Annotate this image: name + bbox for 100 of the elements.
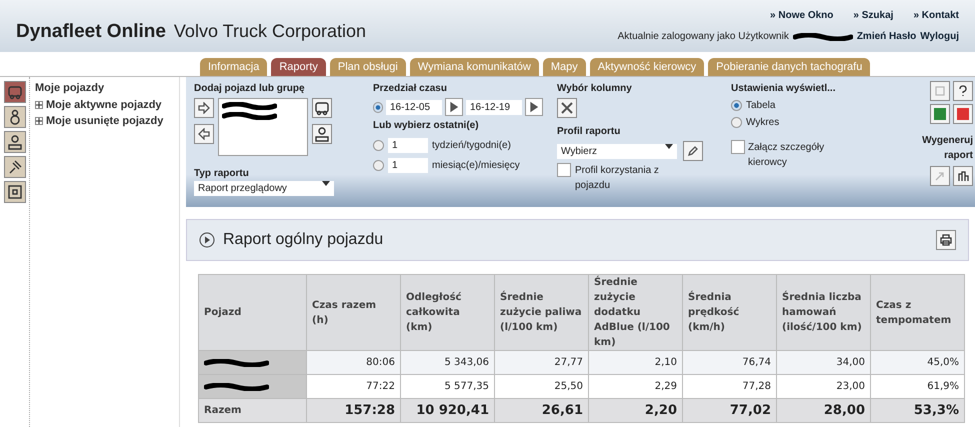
- total-cell: 10 920,41: [400, 398, 494, 422]
- table-cell: 45,0%: [870, 350, 964, 374]
- expand-toggle[interactable]: [35, 117, 43, 126]
- excel-button[interactable]: [930, 104, 950, 124]
- table-cell: 34,00: [776, 350, 870, 374]
- play-icon: [448, 101, 460, 113]
- radio-button[interactable]: [373, 160, 384, 171]
- table-cell: 5 577,35: [400, 374, 494, 398]
- help-button[interactable]: [953, 81, 973, 101]
- total-cell: 2,20: [588, 398, 682, 422]
- total-cell: 53,3%: [870, 398, 964, 422]
- account-link[interactable]: Zmień Hasło: [856, 29, 916, 44]
- radio-button[interactable]: [373, 140, 384, 151]
- profile-dropdown[interactable]: Wybierz: [557, 144, 677, 158]
- count-dropdown[interactable]: 1: [388, 158, 428, 173]
- section-title: Wygeneruj raport: [921, 134, 973, 163]
- sidebar-button[interactable]: [4, 156, 26, 178]
- column-header[interactable]: Odległość całkowita (km): [400, 274, 494, 350]
- table-cell: 25,50: [494, 374, 588, 398]
- tree-item[interactable]: Moje usunięte pojazdy: [46, 113, 164, 130]
- count-dropdown[interactable]: 1: [388, 138, 428, 153]
- remove-button[interactable]: [194, 124, 214, 144]
- section-title: Wybór kolumny: [557, 82, 633, 96]
- driver-button[interactable]: [312, 124, 332, 144]
- redaction-mark: [792, 32, 853, 40]
- redaction-mark: [204, 358, 269, 366]
- company-name: Volvo Truck Corporation: [174, 20, 366, 43]
- total-cell: 26,61: [494, 398, 588, 422]
- unit-label: tydzień/tygodni(e): [432, 139, 511, 153]
- table-cell: 5 343,06: [400, 350, 494, 374]
- chart-button[interactable]: [953, 166, 973, 186]
- play-icon[interactable]: [199, 232, 215, 248]
- column-header[interactable]: Pojazd: [198, 274, 306, 350]
- radio-label: Tabela: [746, 99, 776, 113]
- table-cell: 76,74: [682, 350, 776, 374]
- section-title: Ustawienia wyświetl...: [731, 82, 836, 96]
- play-icon: [528, 101, 540, 113]
- column-header[interactable]: Czas z tempomatem: [870, 274, 964, 350]
- person-icon: [6, 134, 22, 150]
- section-title: Dodaj pojazd lub grupę: [194, 82, 306, 96]
- print-button[interactable]: [936, 230, 956, 250]
- page-icon: [934, 85, 946, 97]
- total-cell: 77,02: [682, 398, 776, 422]
- calendar-button[interactable]: [525, 98, 543, 116]
- total-cell: 28,00: [776, 398, 870, 422]
- right-arrow-icon: [198, 102, 210, 114]
- column-header[interactable]: Średnia prędkość (km/h): [682, 274, 776, 350]
- checkbox[interactable]: [731, 140, 745, 154]
- truck-icon: [314, 100, 330, 116]
- redaction-mark: [204, 382, 269, 390]
- pencil-icon: [687, 145, 699, 157]
- header-link[interactable]: » Kontakt: [913, 8, 959, 23]
- sidebar-button[interactable]: [4, 131, 26, 153]
- report-type-dropdown[interactable]: Raport przeglądowy: [194, 181, 334, 196]
- add-button[interactable]: [194, 98, 214, 118]
- truck-icon: [6, 84, 22, 100]
- brand-title: Dynafleet Online: [16, 20, 166, 44]
- date-field[interactable]: 16-12-19: [466, 100, 522, 114]
- sidebar-button[interactable]: [4, 106, 26, 128]
- pdf-button[interactable]: [953, 104, 973, 124]
- expand-toggle[interactable]: [35, 100, 43, 109]
- column-header[interactable]: Średnie zużycie dodatku AdBlue (l/100 km): [588, 274, 682, 350]
- sidebar-button[interactable]: [4, 181, 26, 203]
- bar-chart-icon: [957, 170, 969, 182]
- column-header[interactable]: Czas razem (h): [306, 274, 400, 350]
- tree-item[interactable]: Moje aktywne pojazdy: [46, 96, 162, 113]
- edit-button[interactable]: [683, 141, 703, 161]
- caret-icon: [665, 144, 673, 148]
- account-link[interactable]: Wyloguj: [920, 29, 959, 44]
- calendar-button[interactable]: [445, 98, 463, 116]
- arrow-icon: [934, 170, 946, 182]
- header-link[interactable]: » Nowe Okno: [770, 8, 834, 23]
- date-field[interactable]: 16-12-05: [386, 100, 442, 114]
- radio-button[interactable]: [731, 100, 742, 111]
- vehicle-button[interactable]: [312, 98, 332, 118]
- tab[interactable]: Raporty: [271, 58, 326, 76]
- column-header[interactable]: Średnia liczba hamowań (ilość/100 km): [776, 274, 870, 350]
- tree-item[interactable]: Moje pojazdy: [35, 80, 179, 96]
- help-icon: [957, 85, 969, 97]
- radio-button[interactable]: [731, 117, 742, 128]
- header-link[interactable]: » Szukaj: [853, 8, 894, 23]
- table-cell: 77,28: [682, 374, 776, 398]
- table-cell: 23,00: [776, 374, 870, 398]
- checkbox-label: Załącz szczegóły kierowcy: [748, 141, 826, 170]
- spreadsheet-icon: [934, 108, 946, 120]
- table-cell: 77:22: [306, 374, 400, 398]
- table-cell: 27,77: [494, 350, 588, 374]
- section-title: Lub wybierz ostatni(e): [373, 119, 480, 133]
- radio-label: Wykres: [746, 116, 780, 130]
- sidebar-button[interactable]: [4, 81, 26, 103]
- column-settings-button[interactable]: [557, 98, 577, 118]
- printer-icon: [940, 234, 952, 246]
- left-arrow-icon: [198, 128, 210, 140]
- checkbox[interactable]: [557, 163, 571, 177]
- document-icon: [957, 108, 969, 120]
- checkbox-label: Profil korzystania z pojazdu: [575, 164, 660, 193]
- target-icon: [6, 184, 22, 200]
- radio-button[interactable]: [373, 102, 383, 112]
- section-title: Przedział czasu: [373, 82, 448, 96]
- column-header[interactable]: Średnie zużycie paliwa (l/100 km): [494, 274, 588, 350]
